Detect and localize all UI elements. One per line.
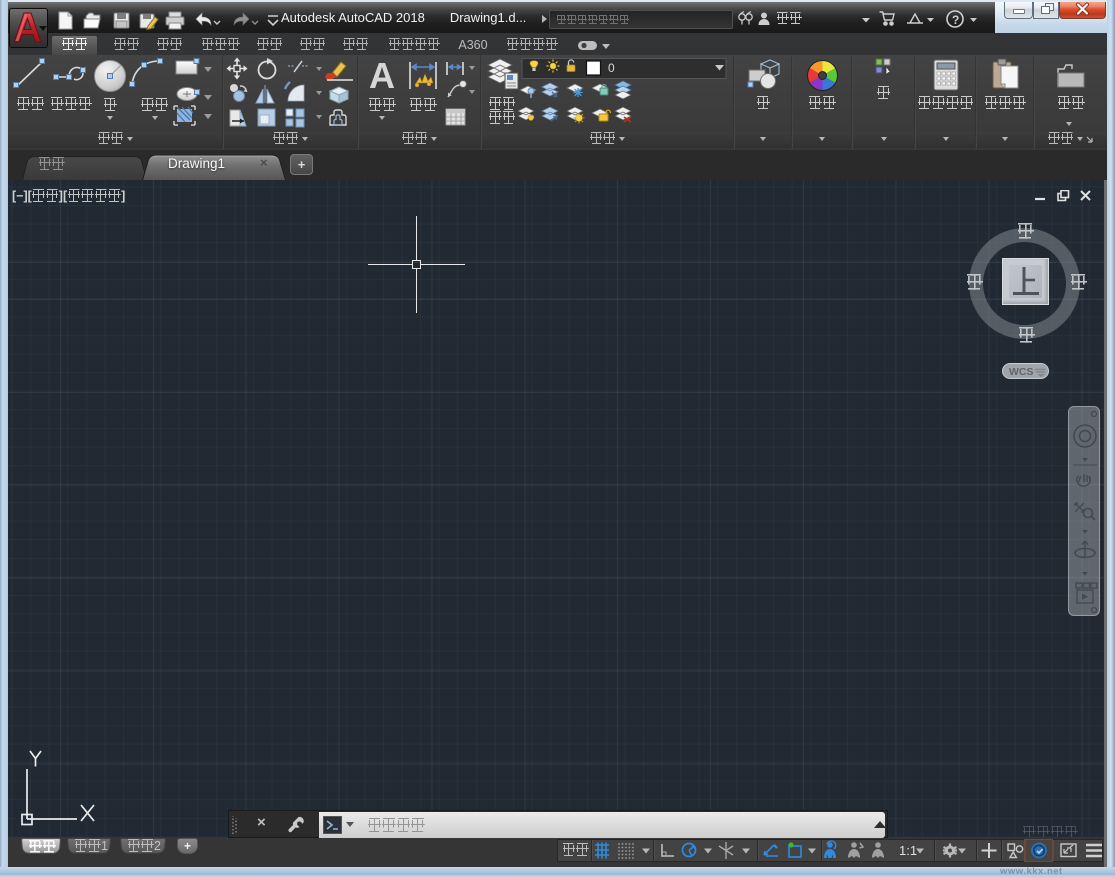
svg-text:0: 0 — [608, 61, 615, 75]
svg-text:?: ? — [952, 13, 959, 27]
svg-text:1:1: 1:1 — [899, 843, 917, 858]
svg-text:A: A — [369, 55, 395, 96]
